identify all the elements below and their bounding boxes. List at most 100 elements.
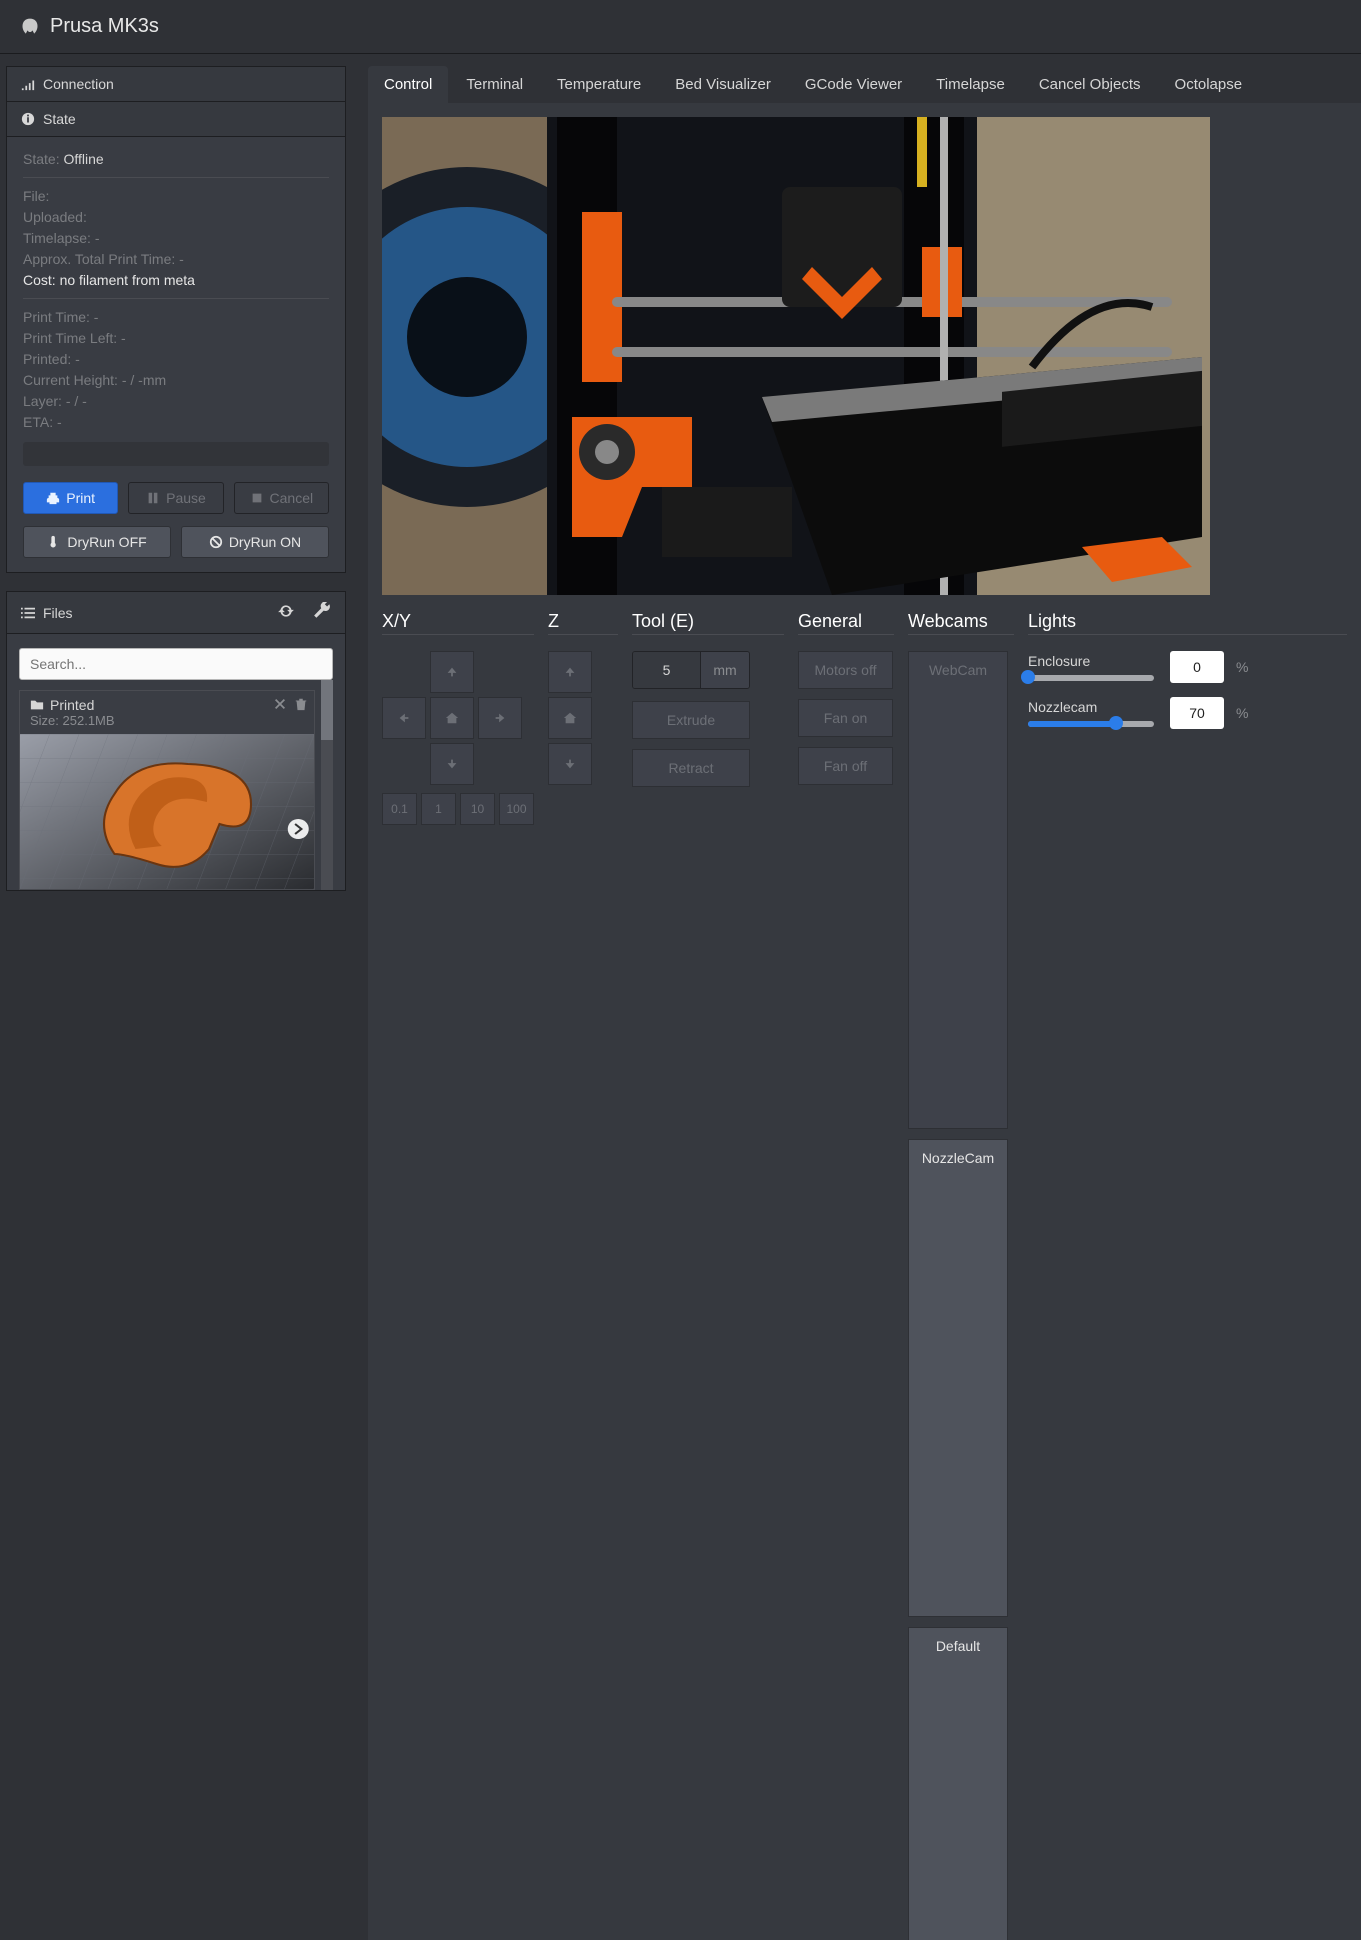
step-10-button[interactable]: 10 [460,793,495,825]
jog-y-down-button[interactable] [430,743,474,785]
file-delete-icon[interactable] [294,697,308,714]
retract-button[interactable]: Retract [632,749,750,787]
nozzle-light-slider[interactable] [1028,721,1154,727]
jog-y-up-button[interactable] [430,651,474,693]
file-thumbnail [20,734,314,889]
extrude-amount-input[interactable]: 5 mm [632,651,750,689]
nozzle-light-value[interactable]: 70 [1170,697,1224,729]
octoprint-logo [20,17,40,37]
print-time-value: - [94,309,99,325]
nozzlecam-button[interactable]: NozzleCam [908,1139,1008,1617]
files-title: Files [43,605,73,621]
tab-bed-visualizer[interactable]: Bed Visualizer [659,66,787,103]
signal-icon [21,77,35,91]
files-body: Printed Size: 252.1MB [6,634,346,891]
control-panel: X/Y [368,103,1361,1940]
jog-x-right-button[interactable] [478,697,522,739]
arrow-down-icon [563,757,577,771]
dryrun-on-label: DryRun ON [229,534,301,550]
print-time-left-label: Print Time Left: [23,330,117,346]
arrow-left-icon [397,711,411,725]
layer-value: - / - [66,393,87,409]
print-time-label: Print Time: [23,309,90,325]
tool-title: Tool (E) [632,611,784,632]
arrow-right-icon [493,711,507,725]
arrow-down-icon [445,757,459,771]
step-100-button[interactable]: 100 [499,793,534,825]
cancel-label: Cancel [270,490,314,506]
print-time-left-value: - [121,330,126,346]
dryrun-off-label: DryRun OFF [67,534,146,550]
state-accordion-head[interactable]: State [6,102,346,137]
timelapse-value: - [95,230,100,246]
tab-cancel-objects[interactable]: Cancel Objects [1023,66,1157,103]
tab-octolapse[interactable]: Octolapse [1159,66,1259,103]
pause-label: Pause [166,490,206,506]
extrude-amount-unit: mm [701,652,749,688]
sidebar: Connection State State: Offline File: Up… [6,66,346,1940]
eta-value: - [57,414,62,430]
wrench-icon[interactable] [313,602,331,623]
file-close-icon[interactable] [273,697,287,714]
home-icon [445,711,459,725]
app-header: Prusa MK3s [0,0,1361,54]
pct-unit: % [1236,659,1248,675]
jog-z-up-button[interactable] [548,651,592,693]
webcam-button[interactable]: WebCam [908,651,1008,1129]
tab-control[interactable]: Control [368,66,448,103]
tab-temperature[interactable]: Temperature [541,66,657,103]
connection-accordion-head[interactable]: Connection [6,66,346,102]
default-cam-button[interactable]: Default [908,1627,1008,1940]
jog-home-z-button[interactable] [548,697,592,739]
home-icon [563,711,577,725]
cancel-button[interactable]: Cancel [234,482,329,514]
nozzle-light-label: Nozzlecam [1028,699,1158,715]
list-icon [21,606,35,620]
print-label: Print [66,490,95,506]
dryrun-on-button[interactable]: DryRun ON [181,526,329,558]
tabs: Control Terminal Temperature Bed Visuali… [368,66,1361,103]
print-button[interactable]: Print [23,482,118,514]
scrollbar[interactable] [321,680,333,890]
extrude-button[interactable]: Extrude [632,701,750,739]
webcam-view [382,117,1210,595]
height-value: - / -mm [122,372,166,388]
fan-off-button[interactable]: Fan off [798,747,893,785]
refresh-icon[interactable] [277,602,295,623]
state-label: State: [23,151,60,167]
app-title: Prusa MK3s [50,15,159,38]
tab-timelapse[interactable]: Timelapse [920,66,1021,103]
main: Control Terminal Temperature Bed Visuali… [346,66,1361,1940]
tab-gcode-viewer[interactable]: GCode Viewer [789,66,918,103]
approx-value: - [179,251,184,267]
file-entry-size: Size: 252.1MB [30,713,304,728]
lights-title: Lights [1028,611,1347,632]
search-input[interactable] [19,648,333,680]
files-head[interactable]: Files [6,591,346,634]
fan-on-button[interactable]: Fan on [798,699,893,737]
progress-bar [23,442,329,466]
webcams-title: Webcams [908,611,1014,632]
printed-label: Printed: [23,351,71,367]
file-entry[interactable]: Printed Size: 252.1MB [19,690,315,890]
file-entry-name: Printed [50,697,94,713]
jog-x-left-button[interactable] [382,697,426,739]
step-0-1-button[interactable]: 0.1 [382,793,417,825]
stop-icon [250,491,264,505]
approx-label: Approx. Total Print Time: [23,251,175,267]
enclosure-light-slider[interactable] [1028,675,1154,681]
info-icon [21,112,35,126]
jog-z-down-button[interactable] [548,743,592,785]
jog-home-xy-button[interactable] [430,697,474,739]
tab-terminal[interactable]: Terminal [450,66,539,103]
layer-label: Layer: [23,393,62,409]
height-label: Current Height: [23,372,118,388]
timelapse-label: Timelapse: [23,230,91,246]
enclosure-light-value[interactable]: 0 [1170,651,1224,683]
cost-label: Cost: [23,272,56,288]
connection-title: Connection [43,76,114,92]
pause-button[interactable]: Pause [128,482,223,514]
motors-off-button[interactable]: Motors off [798,651,893,689]
step-1-button[interactable]: 1 [421,793,456,825]
dryrun-off-button[interactable]: DryRun OFF [23,526,171,558]
